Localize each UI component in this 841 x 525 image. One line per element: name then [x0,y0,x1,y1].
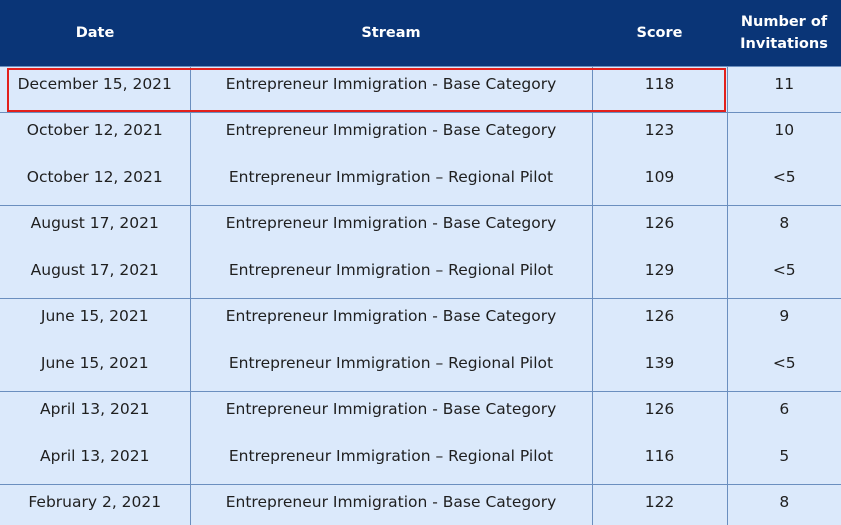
column-header-invitations: Number of Invitations [740,13,828,52]
invitations-cell: <5 [726,158,841,206]
score-cell: 122 [591,484,727,525]
stream-cell: Entrepreneur Immigration - Base Category [189,205,592,252]
invitations-cell: <5 [726,251,841,299]
stream-cell: Entrepreneur Immigration - Base Category [189,298,592,345]
table-row: October 12, 2021 Entrepreneur Immigration… [0,112,841,159]
table-body: December 15, 2021 Entrepreneur Immigratio… [0,65,841,525]
table-row: April 13, 2021 Entrepreneur Immigration -… [0,391,841,438]
stream-cell: Entrepreneur Immigration - Base Category [189,391,592,438]
table-row: December 15, 2021 Entrepreneur Immigratio… [0,65,841,113]
invitations-cell: 8 [726,484,841,525]
date-cell: December 15, 2021 [0,65,190,113]
table-row: April 13, 2021 Entrepreneur Immigration –… [0,437,841,485]
invitation-draws-table-view: Date Stream Score Number of Invitations … [0,0,841,525]
score-cell: 126 [591,205,727,252]
score-cell: 139 [591,344,727,392]
invitations-cell: 8 [726,205,841,252]
table-row: February 2, 2021 Entrepreneur Immigration… [0,484,841,525]
stream-cell: Entrepreneur Immigration – Regional Pilo… [189,437,592,485]
stream-cell: Entrepreneur Immigration – Regional Pilo… [189,158,592,206]
date-cell: June 15, 2021 [0,344,190,392]
stream-cell: Entrepreneur Immigration - Base Category [189,65,592,113]
column-header-score: Score [636,24,683,41]
score-cell: 123 [591,112,727,159]
score-cell: 126 [591,298,727,345]
date-cell: April 13, 2021 [0,437,190,485]
table-row: June 15, 2021 Entrepreneur Immigration - … [0,298,841,345]
table-row: June 15, 2021 Entrepreneur Immigration – … [0,344,841,392]
date-cell: August 17, 2021 [0,205,190,252]
invitations-cell: 10 [726,112,841,159]
stream-cell: Entrepreneur Immigration – Regional Pilo… [189,251,592,299]
invitations-cell: 5 [726,437,841,485]
table-row: August 17, 2021 Entrepreneur Immigration … [0,205,841,252]
header-row: Date Stream Score Number of Invitations [0,0,841,66]
date-cell: February 2, 2021 [0,484,190,525]
date-cell: October 12, 2021 [0,158,190,206]
invitation-draws-table: Date Stream Score Number of Invitations … [0,0,841,525]
date-cell: June 15, 2021 [0,298,190,345]
score-cell: 109 [591,158,727,206]
score-cell: 129 [591,251,727,299]
stream-cell: Entrepreneur Immigration – Regional Pilo… [189,344,592,392]
table-row: August 17, 2021 Entrepreneur Immigration … [0,251,841,299]
stream-cell: Entrepreneur Immigration - Base Category [189,484,592,525]
invitations-cell: 9 [726,298,841,345]
date-cell: August 17, 2021 [0,251,190,299]
column-header-date: Date [75,24,115,41]
column-header-stream: Stream [361,24,421,41]
table-header: Date Stream Score Number of Invitations [0,0,841,66]
table-row: October 12, 2021 Entrepreneur Immigration… [0,158,841,206]
stream-cell: Entrepreneur Immigration - Base Category [189,112,592,159]
date-cell: October 12, 2021 [0,112,190,159]
score-cell: 116 [591,437,727,485]
invitations-cell: 11 [726,65,841,113]
score-cell: 118 [591,65,727,113]
score-cell: 126 [591,391,727,438]
date-cell: April 13, 2021 [0,391,190,438]
invitations-cell: <5 [726,344,841,392]
invitations-cell: 6 [726,391,841,438]
